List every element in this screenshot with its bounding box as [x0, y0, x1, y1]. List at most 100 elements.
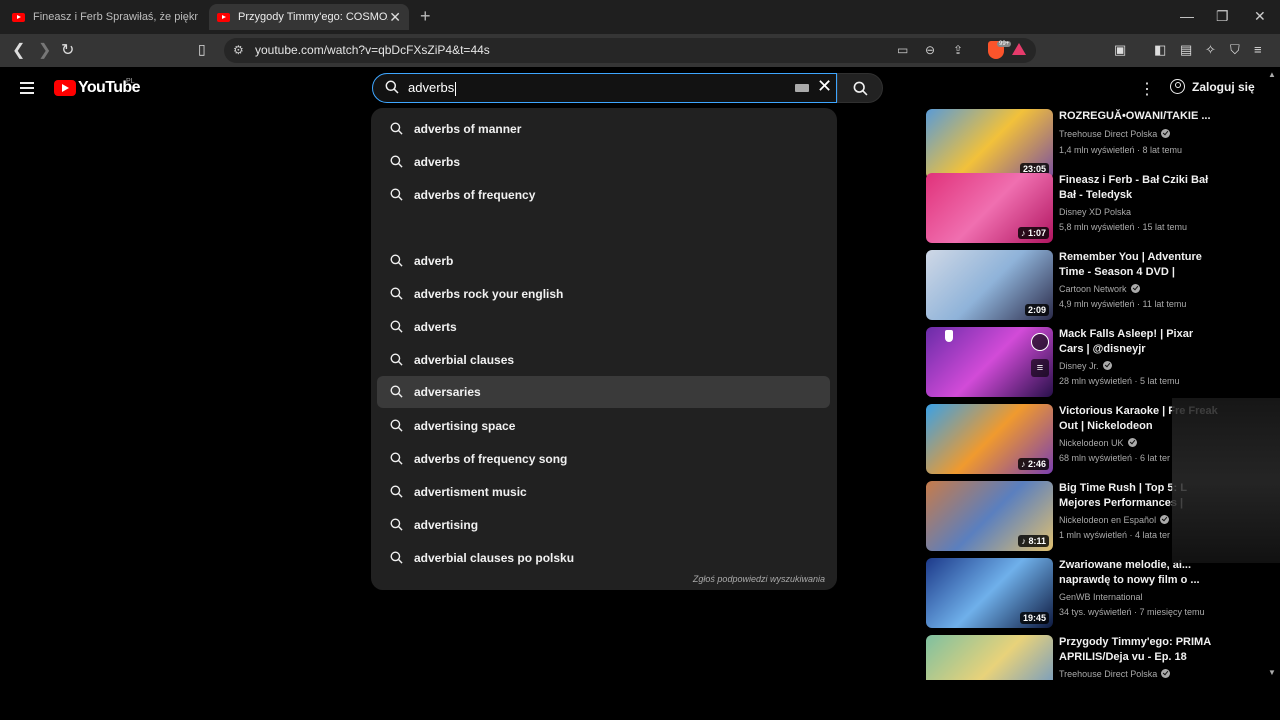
new-tab-button[interactable]: + [420, 6, 431, 27]
video-channel[interactable]: Cartoon Network [1059, 284, 1140, 294]
related-video[interactable]: 23:05 ROZREGUĂ•OWANI/TAKIE ... Treehouse… [926, 109, 1226, 181]
suggestion-item[interactable]: adverts [377, 311, 830, 343]
search-icon [390, 320, 403, 333]
tab-title: Przygody Timmy'ego: COSMOZL [238, 11, 388, 23]
view-count: 68 mln wyświetleń [1059, 453, 1133, 463]
wallet-icon[interactable]: ▤ [1180, 42, 1192, 58]
related-video[interactable]: 19:45 Zwariowane melodie, al... naprawdę… [926, 558, 1226, 630]
more-options-icon[interactable]: ⋮ [1139, 79, 1155, 99]
video-thumbnail[interactable]: 23:05 [926, 109, 1053, 179]
verified-icon [1161, 669, 1171, 678]
add-to-queue-icon[interactable]: ≡ [1031, 359, 1049, 377]
mouse-cursor [945, 330, 953, 342]
video-channel[interactable]: Disney Jr. [1059, 361, 1112, 371]
browser-tab[interactable]: Fineasz i Ferb Sprawiłaś, że piękniejsz [4, 4, 206, 30]
zoom-icon[interactable]: ⊖ [925, 43, 935, 57]
youtube-logo-icon[interactable] [54, 80, 76, 96]
country-code: PL [126, 78, 135, 85]
verified-icon [1130, 284, 1140, 293]
forward-icon[interactable]: ❯ [38, 40, 51, 60]
suggestion-item[interactable]: adverbs of frequency [377, 179, 830, 211]
video-channel[interactable]: Treehouse Direct Polska [1059, 129, 1171, 139]
video-meta: 1 mln wyświetleń · 4 lata ter [1059, 530, 1171, 540]
vpn-icon[interactable]: ⛉ [1230, 42, 1240, 58]
cast-icon[interactable]: ▭ [897, 43, 908, 57]
sidebar-toggle-icon[interactable]: ▣ [1114, 42, 1126, 58]
address-bar[interactable]: ⚙ youtube.com/watch?v=qbDcFXsZiP4&t=44s … [224, 38, 1036, 63]
video-channel[interactable]: Disney XD Polska [1059, 207, 1131, 217]
related-video[interactable]: ♪ 1:07 Fineasz i Ferb - Bał Cziki Bał Ba… [926, 173, 1226, 245]
search-icon [390, 551, 403, 564]
video-title[interactable]: Przygody Timmy'ego: PRIMA APRILIS/Deja v… [1059, 635, 1219, 665]
suggestion-item[interactable]: advertising space [377, 410, 830, 442]
watch-later-icon[interactable] [1031, 333, 1049, 351]
related-video[interactable]: 2:09 Remember You | Adventure Time - Sea… [926, 250, 1226, 322]
report-suggestions-link[interactable]: Zgłoś podpowiedzi wyszukiwania [693, 574, 825, 584]
sign-in-button[interactable]: Zaloguj się [1170, 79, 1255, 94]
site-settings-icon[interactable]: ⚙ [233, 43, 244, 57]
video-meta: 34 tys. wyświetleń · 7 miesięcy temu [1059, 607, 1205, 617]
search-input[interactable]: adverbs ✕ [372, 73, 837, 103]
maximize-icon[interactable]: ❐ [1216, 8, 1229, 25]
search-icon [390, 155, 403, 168]
suggestion-item[interactable]: advertising [377, 509, 830, 541]
scroll-down-arrow-icon[interactable]: ▼ [1268, 668, 1276, 677]
video-thumbnail[interactable]: ♪ 2:46 [926, 404, 1053, 474]
video-title[interactable]: Remember You | Adventure Time - Season 4… [1059, 250, 1219, 281]
suggestion-label: advertising space [414, 419, 516, 433]
video-duration: ♪ 2:46 [1017, 458, 1049, 470]
video-thumbnail[interactable]: ♪ 1:07 [926, 173, 1053, 243]
suggestion-item[interactable]: adverbs rock your english [377, 278, 830, 310]
view-count: 1,4 mln wyświetleń [1059, 145, 1135, 155]
minimize-icon[interactable]: — [1180, 8, 1194, 24]
leo-ai-icon[interactable]: ✧ [1205, 42, 1216, 58]
upload-age: 6 lat ter [1140, 453, 1171, 463]
suggestion-item[interactable]: adverbs of frequency song [377, 443, 830, 475]
upload-age: 5 lat temu [1140, 376, 1180, 386]
video-title[interactable]: ROZREGUĂ•OWANI/TAKIE ... [1059, 109, 1219, 124]
verified-icon [1161, 129, 1171, 138]
keyboard-icon[interactable] [795, 84, 809, 92]
suggestion-item[interactable]: adverbial clauses po polsku [377, 542, 830, 574]
video-thumbnail[interactable]: 19:45 [926, 558, 1053, 628]
suggestion-label: adverb [414, 254, 454, 268]
reload-icon[interactable]: ↻ [61, 40, 74, 60]
channel-name: Nickelodeon en Español [1059, 515, 1157, 525]
video-channel[interactable]: Treehouse Direct Polska [1059, 669, 1171, 679]
search-icon [390, 254, 403, 267]
browser-tab-active[interactable]: Przygody Timmy'ego: COSMOZL ✕ [209, 4, 409, 30]
close-window-icon[interactable]: ✕ [1254, 8, 1266, 25]
video-meta: 28 mln wyświetleń · 5 lat temu [1059, 376, 1180, 386]
suggestion-item[interactable]: adverbial clauses [377, 344, 830, 376]
browser-menu-icon[interactable]: ≡ [1254, 42, 1262, 57]
suggestion-item-highlighted[interactable]: adversaries [377, 376, 830, 408]
brave-rewards-icon[interactable] [1012, 43, 1026, 55]
video-title[interactable]: Mack Falls Asleep! | Pixar Cars | @disne… [1059, 327, 1219, 357]
back-icon[interactable]: ❮ [12, 40, 25, 60]
suggestion-label: adverbs rock your english [414, 287, 564, 301]
related-video[interactable]: ≡ Mack Falls Asleep! | Pixar Cars | @dis… [926, 327, 1226, 399]
hamburger-menu-icon[interactable] [20, 82, 34, 94]
upload-age: 4 lata ter [1135, 530, 1171, 540]
video-thumbnail[interactable]: ♪ 8:11 [926, 481, 1053, 551]
split-view-icon[interactable]: ◧ [1154, 42, 1166, 58]
share-icon[interactable]: ⇪ [953, 43, 963, 57]
suggestion-item[interactable]: adverb [377, 245, 830, 277]
suggestion-item[interactable]: advertisment music [377, 476, 830, 508]
youtube-favicon-icon [12, 12, 25, 22]
scroll-up-arrow-icon[interactable]: ▲ [1268, 70, 1276, 79]
video-title[interactable]: Fineasz i Ferb - Bał Cziki Bał Bał - Tel… [1059, 173, 1219, 203]
clear-search-icon[interactable]: ✕ [817, 76, 832, 97]
video-meta: 4,9 mln wyświetleń · 11 lat temu [1059, 299, 1187, 309]
video-thumbnail[interactable]: 2:09 [926, 250, 1053, 320]
suggestion-item[interactable]: adverbs of manner [377, 113, 830, 145]
suggestion-label: adverbial clauses po polsku [414, 551, 575, 565]
video-channel[interactable]: GenWB International [1059, 592, 1143, 602]
video-channel[interactable]: Nickelodeon UK [1059, 438, 1137, 448]
bookmark-icon[interactable]: ▯ [198, 41, 206, 58]
suggestion-item[interactable]: adverbs [377, 146, 830, 178]
close-tab-icon[interactable]: ✕ [389, 9, 401, 26]
search-button[interactable] [837, 73, 883, 103]
verified-icon [1102, 361, 1112, 370]
video-channel[interactable]: Nickelodeon en Español [1059, 515, 1170, 525]
